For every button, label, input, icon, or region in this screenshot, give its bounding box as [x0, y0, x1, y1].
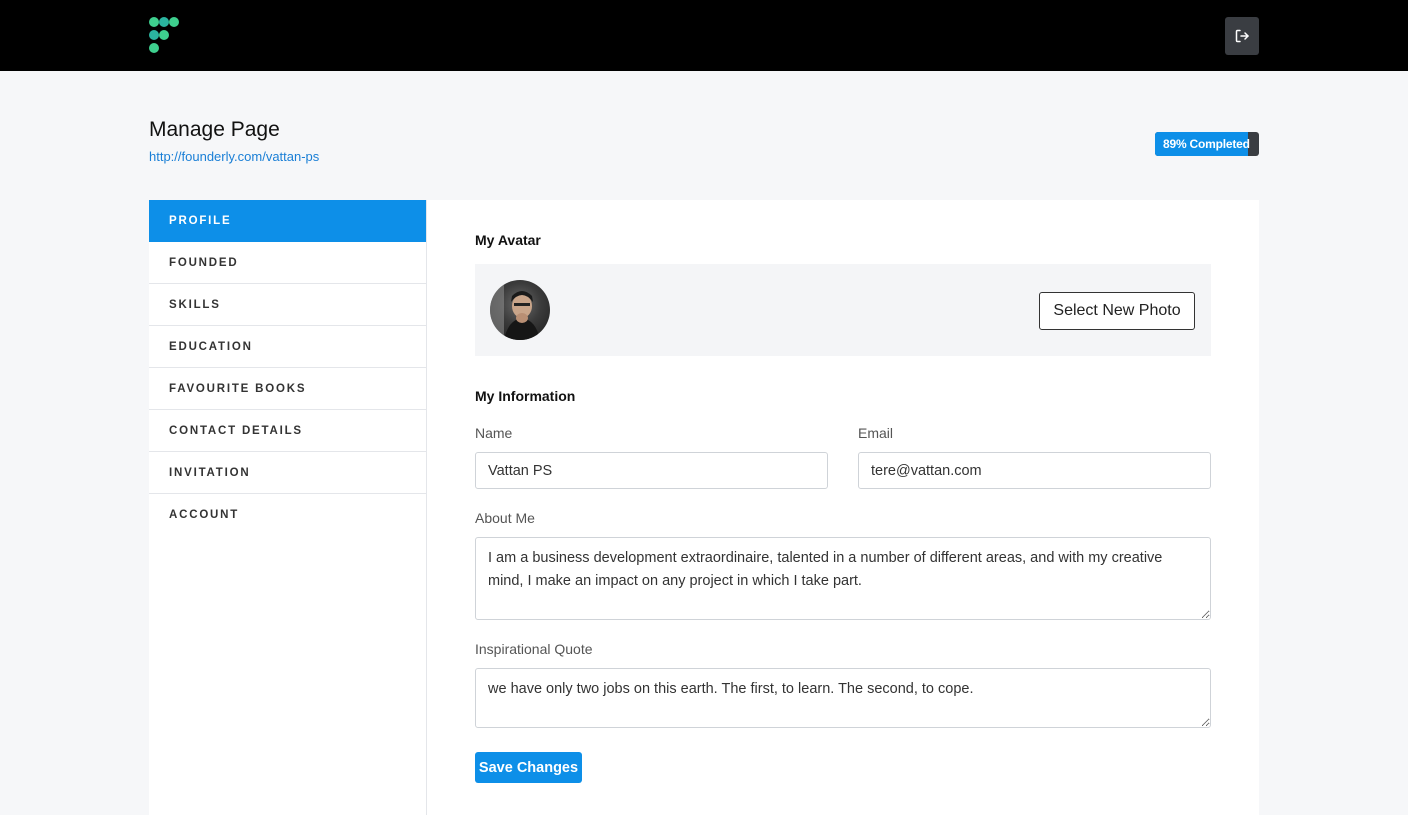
- save-changes-button[interactable]: Save Changes: [475, 752, 582, 783]
- logout-button[interactable]: [1225, 17, 1259, 55]
- sidebar-nav: PROFILE FOUNDED SKILLS EDUCATION FAVOURI…: [149, 200, 427, 815]
- email-input[interactable]: [858, 452, 1211, 489]
- name-label: Name: [475, 425, 513, 441]
- avatar-box: Select New Photo: [475, 264, 1211, 356]
- quote-textarea[interactable]: we have only two jobs on this earth. The…: [475, 668, 1211, 728]
- select-new-photo-button[interactable]: Select New Photo: [1039, 292, 1195, 330]
- sidebar-item-contact-details[interactable]: CONTACT DETAILS: [149, 410, 426, 452]
- about-label: About Me: [475, 510, 535, 526]
- avatar: [490, 280, 550, 340]
- sidebar-item-education[interactable]: EDUCATION: [149, 326, 426, 368]
- name-input[interactable]: [475, 452, 828, 489]
- profile-panel: My Avatar Select New Photo My Informatio…: [427, 200, 1259, 815]
- founderly-logo-icon[interactable]: [149, 17, 181, 55]
- avatar-section-title: My Avatar: [475, 232, 541, 248]
- quote-label: Inspirational Quote: [475, 641, 593, 657]
- completion-progress: 89% Completed: [1155, 132, 1259, 156]
- sidebar-item-skills[interactable]: SKILLS: [149, 284, 426, 326]
- sidebar-item-invitation[interactable]: INVITATION: [149, 452, 426, 494]
- information-section-title: My Information: [475, 388, 576, 404]
- sidebar-item-profile[interactable]: PROFILE: [149, 200, 426, 242]
- progress-label: 89% Completed: [1163, 137, 1250, 151]
- page-url-link[interactable]: http://founderly.com/vattan-ps: [149, 149, 319, 164]
- email-label: Email: [858, 425, 894, 441]
- about-textarea[interactable]: I am a business development extraordinai…: [475, 537, 1211, 620]
- page-title: Manage Page: [149, 118, 280, 141]
- sidebar-item-favourite-books[interactable]: FAVOURITE BOOKS: [149, 368, 426, 410]
- logout-icon: [1235, 29, 1249, 43]
- sidebar-item-account[interactable]: ACCOUNT: [149, 494, 426, 536]
- top-navbar: [0, 0, 1408, 71]
- sidebar-item-founded[interactable]: FOUNDED: [149, 242, 426, 284]
